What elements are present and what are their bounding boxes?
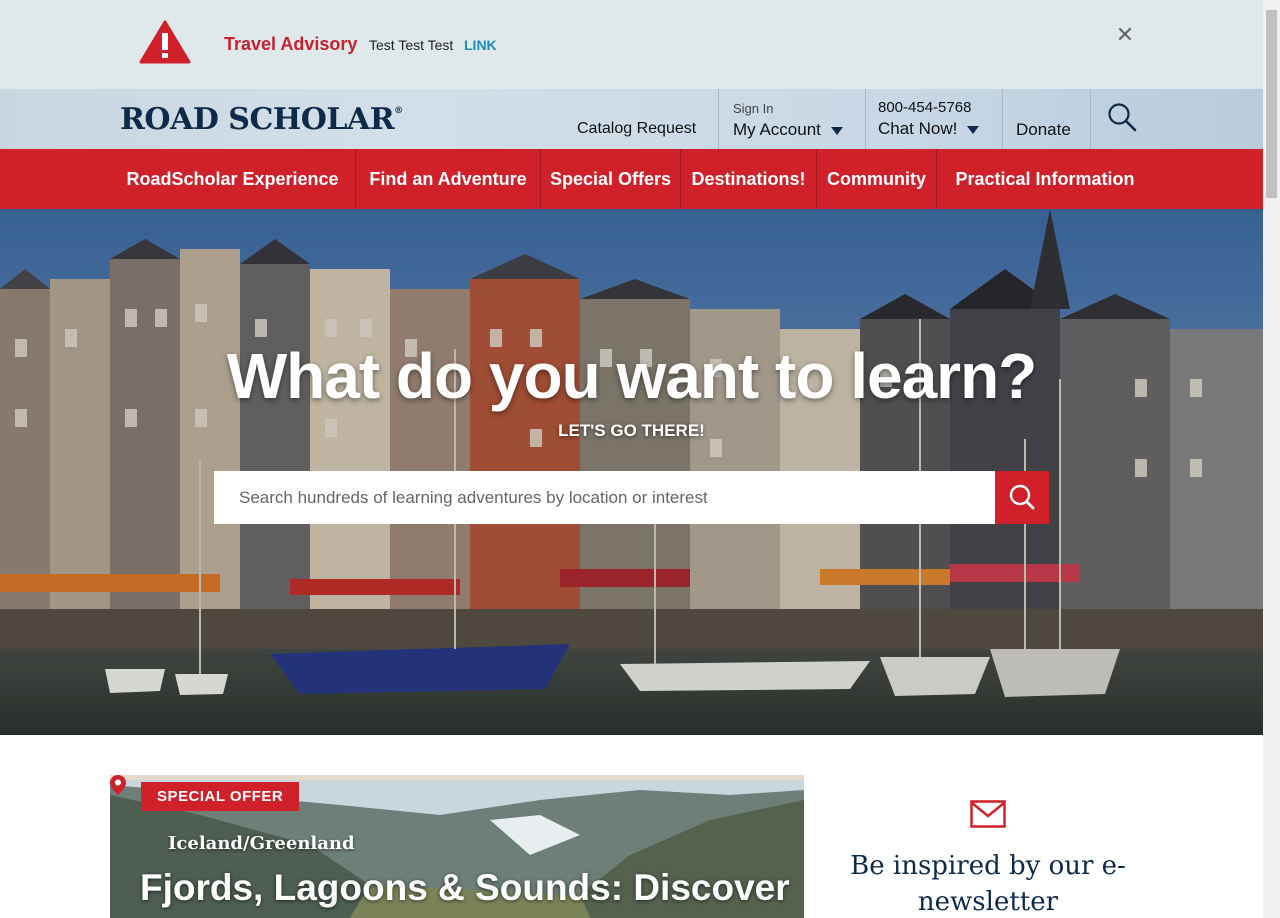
nav-item-special-offers[interactable]: Special Offers [541,149,680,209]
advisory-link[interactable]: LINK [464,37,497,53]
hero-banner: What do you want to learn? LET'S GO THER… [0,209,1263,735]
envelope-icon [970,800,1006,828]
nav-item-community[interactable]: Community [817,149,936,209]
main-nav: RoadScholar Experience Find an Adventure… [0,149,1263,209]
travel-advisory-bar: Travel Advisory Test Test Test LINK ✕ [0,0,1263,89]
header-divider [865,89,866,149]
chevron-down-icon [830,126,843,135]
catalog-request-link[interactable]: Catalog Request [577,120,696,138]
chat-now-dropdown[interactable]: Chat Now! [878,119,980,139]
promo-location: Iceland/Greenland [168,833,355,854]
advisory-text: Test Test Test [369,37,454,53]
special-offer-badge: SPECIAL OFFER [141,782,300,811]
phone-number[interactable]: 800-454-5768 [878,99,971,116]
donate-link[interactable]: Donate [1016,120,1071,140]
header-divider [1090,89,1091,149]
nav-item-practical-information[interactable]: Practical Information [937,149,1153,209]
warning-triangle-icon [139,20,191,64]
nav-item-roadscholar-experience[interactable]: RoadScholar Experience [110,149,355,209]
site-header: ROAD SCHOLAR® Catalog Request Sign In My… [0,89,1263,149]
scrollbar-thumb[interactable] [1266,10,1277,198]
search-icon [1009,484,1035,510]
newsletter-heading[interactable]: Be inspired by our e-newsletter [848,848,1128,918]
promo-title[interactable]: Fjords, Lagoons & Sounds: Discover [140,867,790,909]
chevron-down-icon [967,125,980,134]
search-button[interactable] [995,471,1049,524]
special-offer-card[interactable]: SPECIAL OFFER Iceland/Greenland Fjords, … [110,775,804,918]
road-scholar-logo[interactable]: ROAD SCHOLAR® [120,102,403,137]
nav-item-find-an-adventure[interactable]: Find an Adventure [356,149,540,209]
hero-title: What do you want to learn? [226,340,1038,412]
close-icon[interactable]: ✕ [1114,24,1136,46]
header-divider [1002,89,1003,149]
location-pin-icon [110,775,126,795]
search-input[interactable] [214,471,995,524]
advisory-title: Travel Advisory [224,34,358,54]
header-divider [718,89,719,149]
search-icon[interactable] [1107,102,1137,132]
hero-subtitle: LET'S GO THERE! [558,421,705,440]
sign-in-label: Sign In [733,101,774,116]
page-scrollbar[interactable] [1263,0,1280,918]
my-account-dropdown[interactable]: My Account [733,120,843,140]
nav-item-destinations[interactable]: Destinations! [681,149,816,209]
